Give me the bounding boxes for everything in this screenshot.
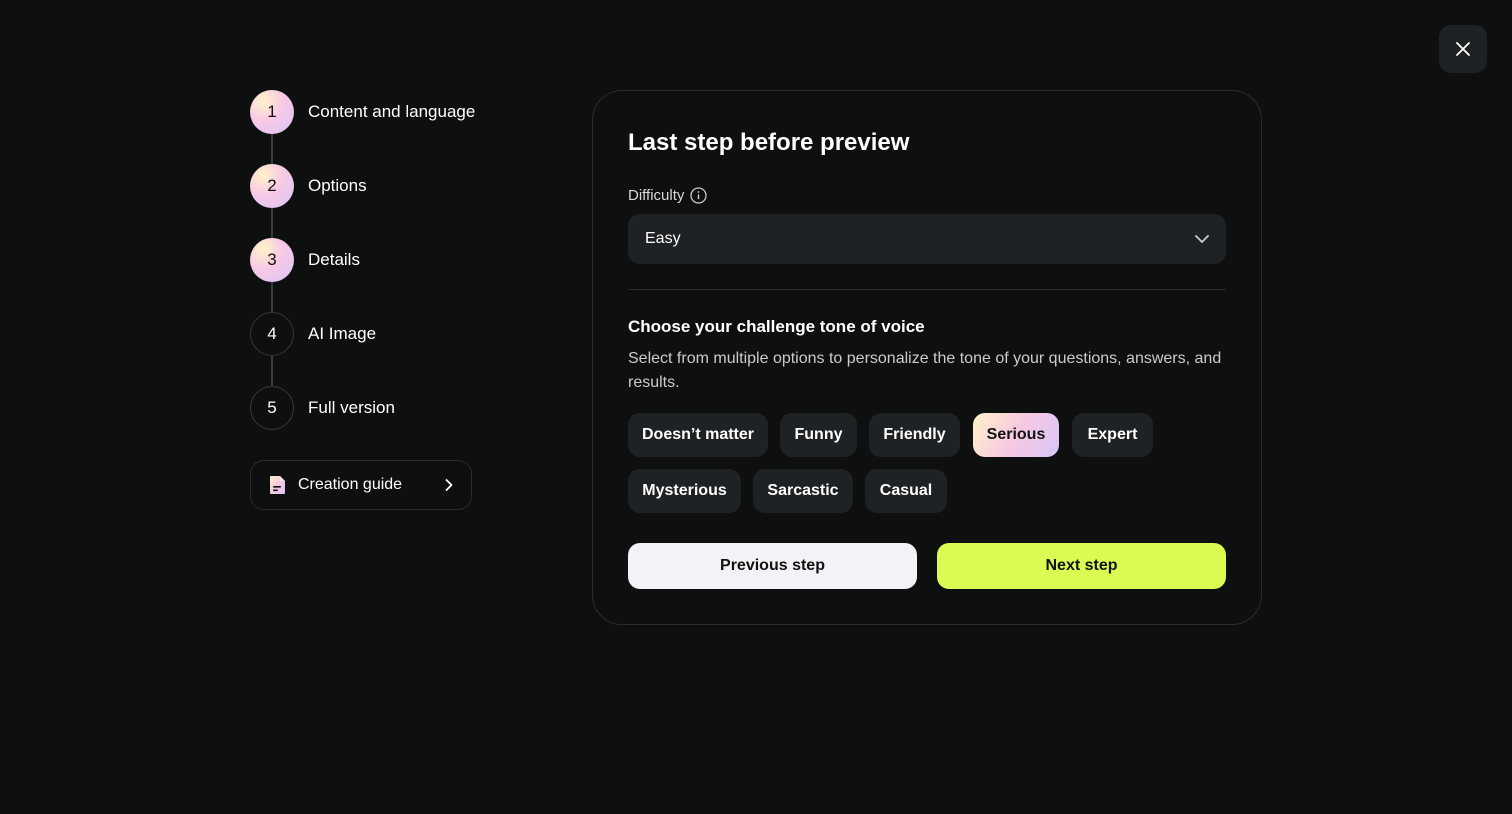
step-ai-image[interactable]: 4 AI Image: [250, 312, 376, 356]
tone-option-doesnt-matter[interactable]: Doesn’t matter: [628, 413, 768, 457]
creation-guide-label: Creation guide: [298, 476, 403, 493]
tone-option-casual[interactable]: Casual: [865, 469, 947, 513]
step-number: 4: [250, 312, 294, 356]
difficulty-value: Easy: [645, 230, 681, 247]
tone-description: Select from multiple options to personal…: [628, 350, 1222, 391]
close-icon: [1456, 42, 1470, 56]
info-icon[interactable]: [690, 187, 708, 204]
step-number: 1: [250, 90, 294, 134]
card-title: Last step before preview: [628, 129, 910, 156]
next-step-button[interactable]: Next step: [937, 543, 1226, 589]
tone-option-expert[interactable]: Expert: [1072, 413, 1153, 457]
difficulty-select[interactable]: Easy: [628, 214, 1226, 264]
divider: [628, 289, 1226, 290]
tone-option-serious[interactable]: Serious: [973, 413, 1059, 457]
step-label: Options: [308, 176, 367, 195]
difficulty-label-row: Difficulty: [628, 187, 708, 204]
tone-title: Choose your challenge tone of voice: [628, 317, 925, 336]
step-label: Full version: [308, 398, 395, 417]
step-number: 3: [250, 238, 294, 282]
step-label: Details: [308, 250, 360, 269]
difficulty-label: Difficulty: [628, 187, 685, 204]
step-number: 2: [250, 164, 294, 208]
step-label: AI Image: [308, 324, 377, 343]
creation-guide-button[interactable]: Creation guide: [250, 460, 472, 510]
step-connector: [271, 356, 273, 386]
tone-option-funny[interactable]: Funny: [780, 413, 857, 457]
step-connector: [271, 134, 273, 164]
details-card: Last step before preview Difficulty Easy…: [592, 90, 1262, 625]
chevron-right-icon: [445, 479, 453, 491]
step-connector: [271, 208, 273, 238]
step-details[interactable]: 3 Details: [250, 238, 360, 282]
step-connector: [271, 282, 273, 312]
document-icon: [269, 475, 287, 495]
step-full-version[interactable]: 5 Full version: [250, 386, 395, 430]
tone-option-mysterious[interactable]: Mysterious: [628, 469, 741, 513]
previous-step-button[interactable]: Previous step: [628, 543, 917, 589]
tone-option-sarcastic[interactable]: Sarcastic: [753, 469, 853, 513]
page: 1 Content and language 2 Options 3 Detai…: [0, 0, 1512, 814]
chevron-down-icon: [1195, 235, 1209, 243]
tone-option-friendly[interactable]: Friendly: [869, 413, 960, 457]
step-number: 5: [250, 386, 294, 430]
step-label: Content and language: [308, 102, 476, 121]
step-options[interactable]: 2 Options: [250, 164, 367, 208]
step-content-and-language[interactable]: 1 Content and language: [250, 90, 475, 134]
close-button[interactable]: [1439, 25, 1487, 73]
